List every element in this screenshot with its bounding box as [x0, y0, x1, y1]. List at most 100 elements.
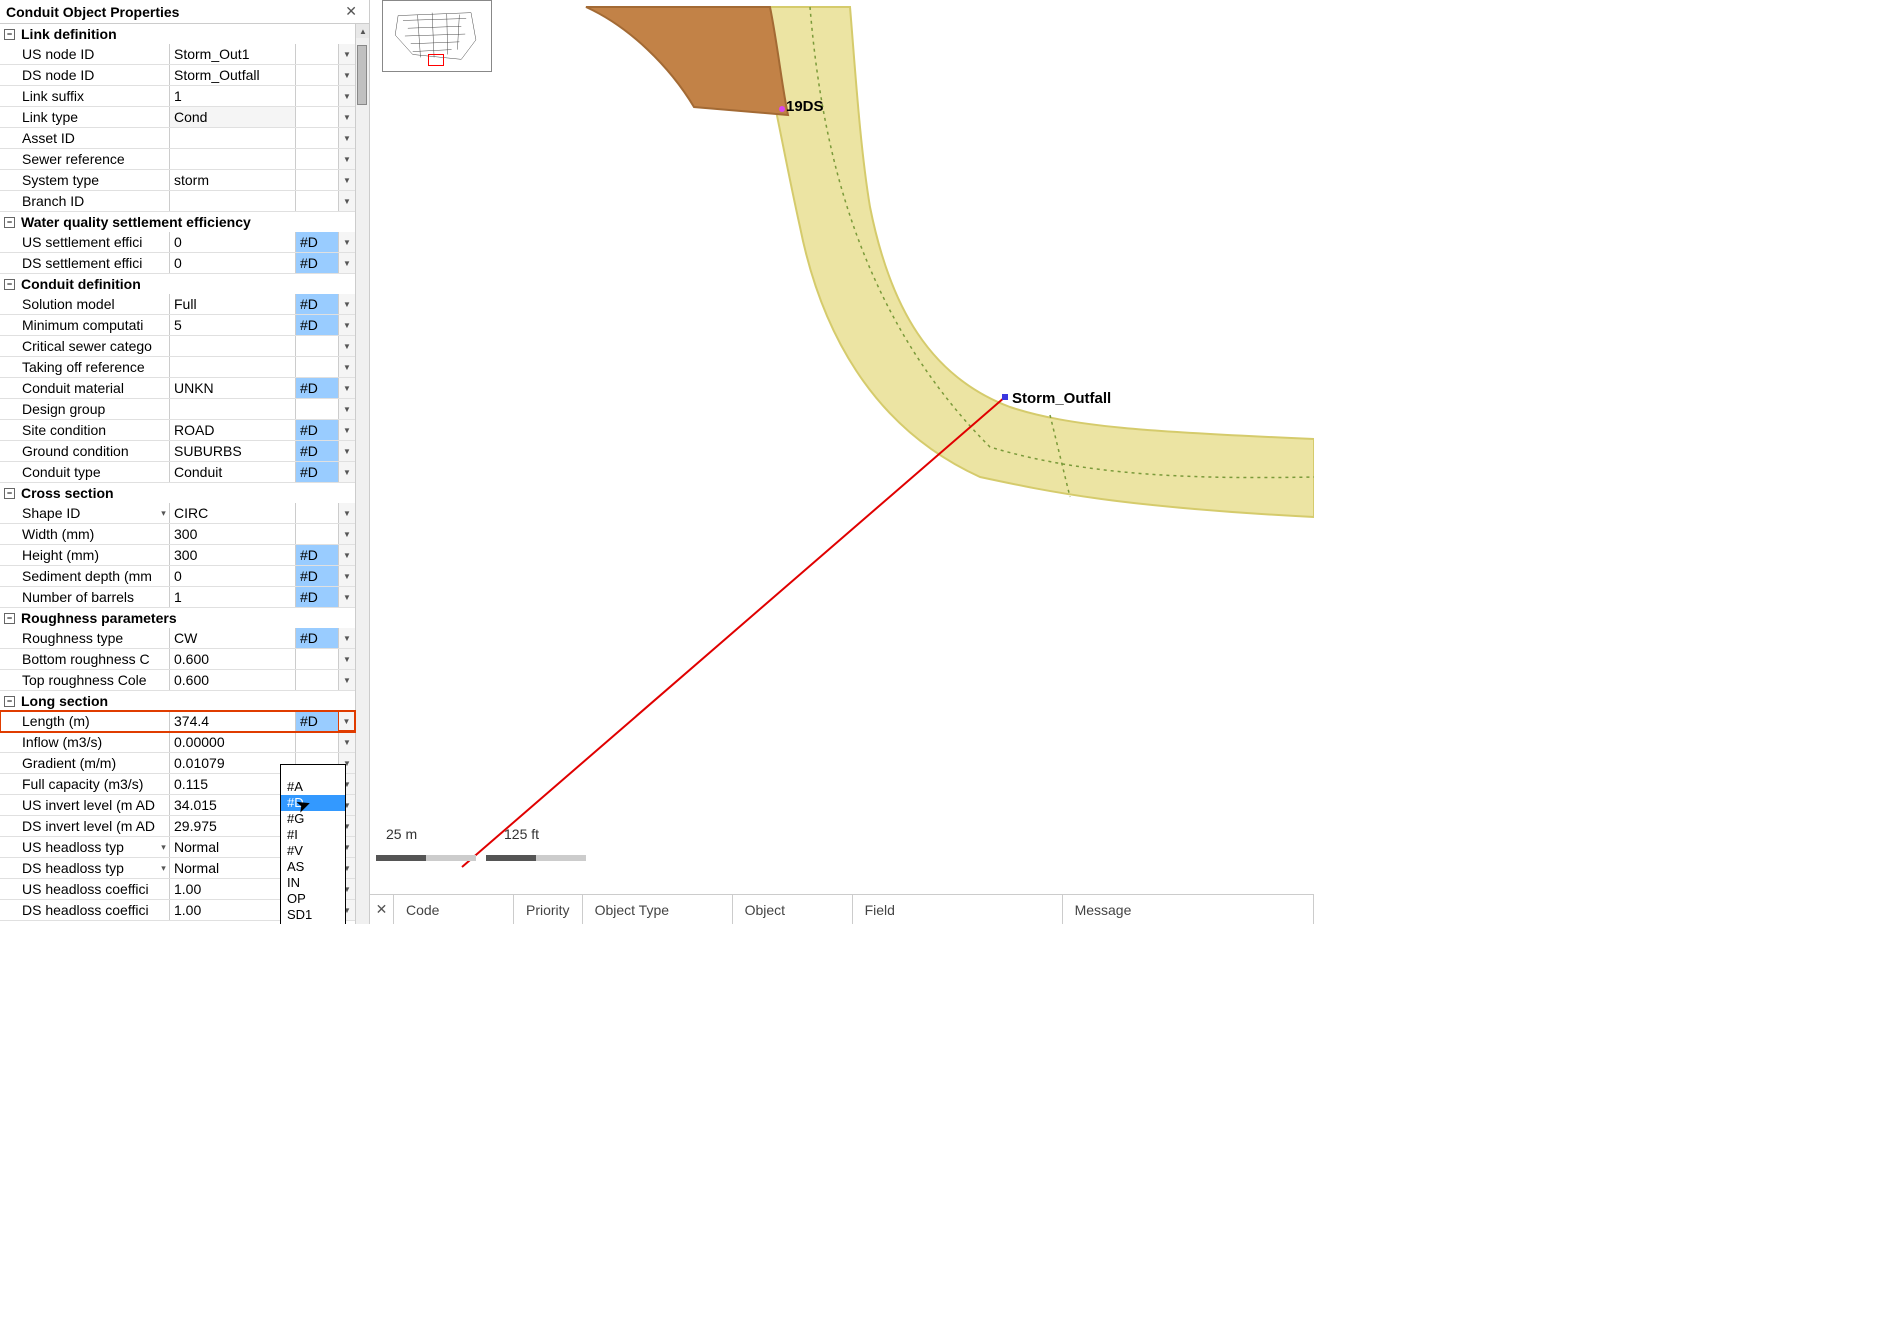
property-value[interactable]: storm — [169, 170, 295, 190]
collapse-icon[interactable]: − — [4, 217, 15, 228]
tag-dropdown-icon[interactable]: ▼ — [338, 649, 355, 669]
tag-dropdown-icon[interactable]: ▼ — [338, 524, 355, 544]
tag-dropdown-icon[interactable]: ▼ — [338, 315, 355, 335]
dropdown-item[interactable]: SD3 — [281, 923, 345, 924]
tag-dropdown-icon[interactable]: ▼ — [338, 378, 355, 398]
property-value[interactable] — [169, 149, 295, 169]
tag-dropdown-icon[interactable]: ▼ — [338, 628, 355, 648]
col-priority[interactable]: Priority — [514, 895, 583, 924]
dropdown-item[interactable]: #G — [281, 811, 345, 827]
tag-dropdown-icon[interactable]: ▼ — [338, 441, 355, 461]
close-icon[interactable]: ✕ — [339, 3, 363, 20]
collapse-icon[interactable]: − — [4, 696, 15, 707]
dropdown-item[interactable]: OP — [281, 891, 345, 907]
overview-panel[interactable] — [382, 0, 492, 72]
property-value[interactable] — [169, 191, 295, 211]
property-value[interactable]: Cond — [169, 107, 295, 127]
property-value[interactable]: 0.01079 — [169, 753, 295, 773]
tag-dropdown-icon[interactable]: ▼ — [338, 149, 355, 169]
property-value[interactable]: 1 — [169, 587, 295, 607]
property-value[interactable]: 1.00 — [169, 900, 295, 920]
tag-dropdown-icon[interactable]: ▼ — [338, 357, 355, 377]
tag-dropdown-icon[interactable]: ▼ — [338, 170, 355, 190]
collapse-icon[interactable]: − — [4, 29, 15, 40]
property-value[interactable]: Normal — [169, 837, 295, 857]
property-value[interactable]: 0.600 — [169, 670, 295, 690]
label-dropdown-icon[interactable]: ▾ — [158, 503, 169, 523]
tag-dropdown-icon[interactable]: ▼ — [338, 107, 355, 127]
map-node-outfall[interactable] — [1002, 394, 1008, 400]
property-value[interactable]: 300 — [169, 545, 295, 565]
property-value[interactable]: 34.015 — [169, 795, 295, 815]
col-code[interactable]: Code — [394, 895, 514, 924]
property-value[interactable]: 0 — [169, 253, 295, 273]
close-bottom-icon[interactable]: ✕ — [370, 895, 394, 924]
property-value[interactable]: SUBURBS — [169, 441, 295, 461]
property-value[interactable]: 1 — [169, 86, 295, 106]
property-value[interactable]: 0.600 — [169, 649, 295, 669]
col-message[interactable]: Message — [1063, 895, 1314, 924]
property-value[interactable] — [169, 128, 295, 148]
property-value[interactable]: Conduit — [169, 462, 295, 482]
collapse-icon[interactable]: − — [4, 279, 15, 290]
group-header[interactable]: −Water quality settlement efficiency — [0, 212, 355, 232]
property-value[interactable]: 29.975 — [169, 816, 295, 836]
dropdown-item[interactable]: SD1 — [281, 907, 345, 923]
tag-dropdown-icon[interactable]: ▼ — [338, 65, 355, 85]
group-header[interactable]: −Conduit definition — [0, 274, 355, 294]
property-value[interactable]: 0.115 — [169, 774, 295, 794]
tag-dropdown-icon[interactable]: ▼ — [338, 587, 355, 607]
property-value[interactable]: 374.4 — [169, 711, 295, 731]
property-value[interactable]: CW — [169, 628, 295, 648]
property-value[interactable]: 0 — [169, 566, 295, 586]
property-value[interactable] — [169, 357, 295, 377]
property-value[interactable]: 0 — [169, 232, 295, 252]
label-dropdown-icon[interactable]: ▾ — [158, 858, 169, 878]
group-header[interactable]: −Roughness parameters — [0, 608, 355, 628]
property-value[interactable]: Full — [169, 294, 295, 314]
property-value[interactable]: 300 — [169, 524, 295, 544]
panel-scrollbar[interactable]: ▲ — [355, 24, 369, 924]
collapse-icon[interactable]: − — [4, 488, 15, 499]
dropdown-item[interactable] — [281, 765, 345, 779]
tag-dropdown-icon[interactable]: ▼ — [338, 711, 355, 731]
tag-dropdown-icon[interactable]: ▼ — [338, 294, 355, 314]
tag-dropdown-icon[interactable]: ▼ — [338, 420, 355, 440]
tag-dropdown-icon[interactable]: ▼ — [338, 670, 355, 690]
tag-dropdown-icon[interactable]: ▼ — [338, 545, 355, 565]
property-value[interactable]: 1.00 — [169, 879, 295, 899]
tag-dropdown-icon[interactable]: ▼ — [338, 566, 355, 586]
col-field[interactable]: Field — [853, 895, 1063, 924]
tag-dropdown-icon[interactable]: ▼ — [338, 503, 355, 523]
property-value[interactable]: Storm_Outfall — [169, 65, 295, 85]
col-object[interactable]: Object — [733, 895, 853, 924]
property-value[interactable]: 0.00000 — [169, 732, 295, 752]
tag-dropdown-icon[interactable]: ▼ — [338, 44, 355, 64]
group-header[interactable]: −Cross section — [0, 483, 355, 503]
dropdown-item[interactable]: IN — [281, 875, 345, 891]
tag-dropdown-icon[interactable]: ▼ — [338, 732, 355, 752]
col-object-type[interactable]: Object Type — [583, 895, 733, 924]
tag-dropdown-icon[interactable]: ▼ — [338, 336, 355, 356]
property-value[interactable]: UNKN — [169, 378, 295, 398]
tag-dropdown-icon[interactable]: ▼ — [338, 399, 355, 419]
tag-dropdown-icon[interactable]: ▼ — [338, 253, 355, 273]
group-header[interactable]: −Long section — [0, 691, 355, 711]
overview-viewport-rect[interactable] — [428, 54, 444, 66]
property-value[interactable] — [169, 399, 295, 419]
tag-dropdown-icon[interactable]: ▼ — [338, 191, 355, 211]
label-dropdown-icon[interactable]: ▾ — [158, 837, 169, 857]
map-node-19ds[interactable] — [779, 106, 785, 112]
dropdown-item[interactable]: #V — [281, 843, 345, 859]
property-value[interactable]: CIRC — [169, 503, 295, 523]
collapse-icon[interactable]: − — [4, 613, 15, 624]
tag-dropdown-icon[interactable]: ▼ — [338, 128, 355, 148]
dropdown-item[interactable]: #D — [281, 795, 345, 811]
map-canvas[interactable]: 19DS Storm_Outfall 25 m 125 ft — [370, 0, 1314, 894]
property-value[interactable] — [169, 336, 295, 356]
group-header[interactable]: −Link definition — [0, 24, 355, 44]
property-value[interactable]: 5 — [169, 315, 295, 335]
tag-dropdown-icon[interactable]: ▼ — [338, 86, 355, 106]
dropdown-item[interactable]: AS — [281, 859, 345, 875]
scroll-up-icon[interactable]: ▲ — [356, 24, 369, 38]
